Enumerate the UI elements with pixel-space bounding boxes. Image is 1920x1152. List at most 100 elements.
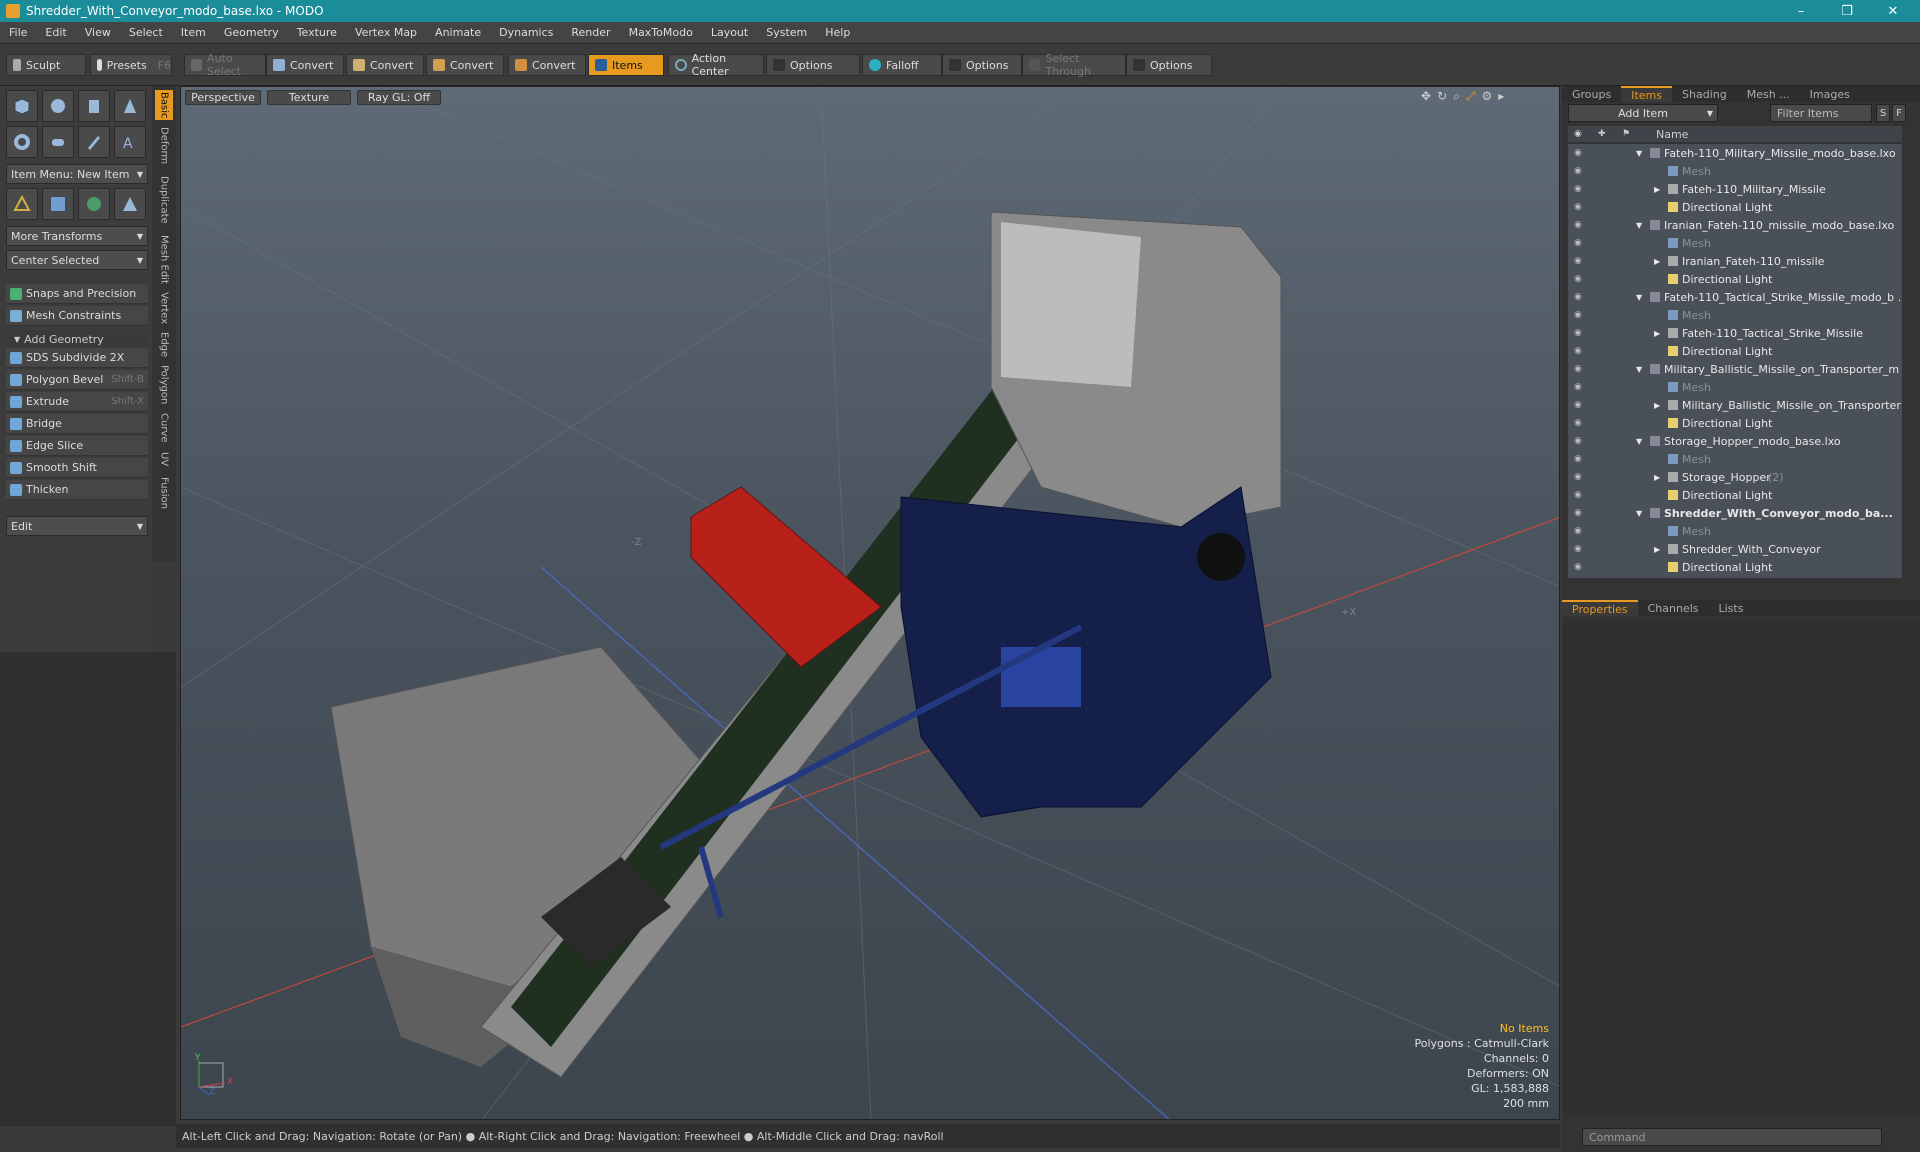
convert-button-3[interactable]: Convert xyxy=(426,54,504,76)
item-row[interactable]: ◉ Mesh xyxy=(1568,162,1902,180)
item-row[interactable]: ◉ ▶ Iranian_Fateh-110_missile xyxy=(1568,252,1902,270)
menu-animate[interactable]: Animate xyxy=(426,26,490,39)
perspective-button[interactable]: Perspective xyxy=(185,90,261,105)
tab-vertex[interactable]: Vertex xyxy=(155,290,173,326)
tab-shading[interactable]: Shading xyxy=(1672,86,1737,102)
cylinder-icon[interactable] xyxy=(78,90,110,122)
menu-geometry[interactable]: Geometry xyxy=(215,26,288,39)
tab-polygon[interactable]: Polygon xyxy=(155,364,173,406)
convert-button-4[interactable]: Convert xyxy=(508,54,586,76)
options-button-1[interactable]: Options xyxy=(766,54,860,76)
visibility-eye-icon[interactable]: ◉ xyxy=(1574,202,1582,212)
action-center-button[interactable]: Action Center xyxy=(668,52,764,78)
menu-item[interactable]: Item xyxy=(172,26,215,39)
visibility-eye-icon[interactable]: ◉ xyxy=(1574,472,1582,482)
filter-items-input[interactable]: Filter Items xyxy=(1770,104,1872,122)
globe-icon[interactable] xyxy=(78,188,110,220)
tab-uv[interactable]: UV xyxy=(155,450,173,468)
tab-groups[interactable]: Groups xyxy=(1562,86,1621,102)
raygl-button[interactable]: Ray GL: Off xyxy=(357,90,441,105)
tool-polygon-bevel[interactable]: Polygon Bevel Shift-B xyxy=(6,370,148,390)
menu-vertex-map[interactable]: Vertex Map xyxy=(346,26,426,39)
item-row[interactable]: ◉ ▼ Iranian_Fateh-110_missile_modo_base.lx… xyxy=(1568,216,1902,234)
tab-deform[interactable]: Deform xyxy=(155,124,173,168)
menu-help[interactable]: Help xyxy=(816,26,859,39)
tool-edge-slice[interactable]: Edge Slice xyxy=(6,436,148,456)
item-row[interactable]: ◉ Directional Light xyxy=(1568,270,1902,288)
tab-properties[interactable]: Properties xyxy=(1562,600,1638,616)
visibility-eye-icon[interactable]: ◉ xyxy=(1574,166,1582,176)
item-row[interactable]: ◉ ▼ Fateh-110_Military_Missile_modo_base.l… xyxy=(1568,144,1902,162)
transform-icon[interactable] xyxy=(6,188,38,220)
expand-arrow-icon[interactable]: ▼ xyxy=(1636,293,1642,302)
tab-basic[interactable]: Basic xyxy=(155,90,173,120)
visibility-eye-icon[interactable]: ◉ xyxy=(1574,184,1582,194)
collapse-arrow-icon[interactable]: ▶ xyxy=(1654,545,1660,554)
item-row[interactable]: ◉ Mesh xyxy=(1568,234,1902,252)
tool-extrude[interactable]: Extrude Shift-X xyxy=(6,392,148,412)
select-through-button[interactable]: Select Through xyxy=(1022,52,1126,78)
item-row[interactable]: ◉ Directional Light xyxy=(1568,342,1902,360)
expand-arrow-icon[interactable]: ▼ xyxy=(1636,221,1642,230)
visibility-eye-icon[interactable]: ◉ xyxy=(1574,256,1582,266)
collapse-arrow-icon[interactable]: ▶ xyxy=(1654,185,1660,194)
menu-texture[interactable]: Texture xyxy=(288,26,346,39)
item-row[interactable]: ◉ ▶ Fateh-110_Military_Missile xyxy=(1568,180,1902,198)
maximize-view-icon[interactable]: ⤢ xyxy=(1466,89,1476,104)
visibility-eye-icon[interactable]: ◉ xyxy=(1574,274,1582,284)
tab-fusion[interactable]: Fusion xyxy=(155,472,173,514)
sphere-icon[interactable] xyxy=(42,90,74,122)
presets-button[interactable]: Presets F6 xyxy=(90,54,172,76)
item-menu-dropdown[interactable]: Item Menu: New Item ▼ xyxy=(6,164,148,184)
visibility-eye-icon[interactable]: ◉ xyxy=(1574,238,1582,248)
menu-maxtomodo[interactable]: MaxToModo xyxy=(620,26,702,39)
item-row[interactable]: ◉ ▼ Military_Ballistic_Missile_on_Transpor… xyxy=(1568,360,1902,378)
tab-curve[interactable]: Curve xyxy=(155,410,173,446)
grid-icon[interactable] xyxy=(42,188,74,220)
item-row[interactable]: ◉ Directional Light xyxy=(1568,558,1902,576)
tool-bridge[interactable]: Bridge xyxy=(6,414,148,434)
item-row[interactable]: ◉ Mesh xyxy=(1568,522,1902,540)
tab-lists[interactable]: Lists xyxy=(1709,600,1754,616)
minimize-button[interactable]: – xyxy=(1778,0,1824,22)
visibility-eye-icon[interactable]: ◉ xyxy=(1574,526,1582,536)
expand-arrow-icon[interactable]: ▼ xyxy=(1636,509,1642,518)
add-item-button[interactable]: Add Item ▼ xyxy=(1568,104,1718,122)
collapse-arrow-icon[interactable]: ▶ xyxy=(1654,473,1660,482)
item-row[interactable]: ◉ Directional Light xyxy=(1568,486,1902,504)
expand-arrow-icon[interactable]: ▼ xyxy=(1636,365,1642,374)
collapse-arrow-icon[interactable]: ▶ xyxy=(1654,329,1660,338)
tab-mesh-edit[interactable]: Mesh Edit xyxy=(155,232,173,286)
expand-arrow-icon[interactable]: ▼ xyxy=(1636,149,1642,158)
texture-button[interactable]: Texture xyxy=(267,90,351,105)
settings-gear-icon[interactable]: ⚙ xyxy=(1481,89,1492,104)
maximize-button[interactable]: ❐ xyxy=(1824,0,1870,22)
more-transforms-dropdown[interactable]: More Transforms ▼ xyxy=(6,226,148,246)
cone-icon[interactable] xyxy=(114,90,146,122)
item-row[interactable]: ◉ ▼ Shredder_With_Conveyor_modo_ba... xyxy=(1568,504,1902,522)
item-list[interactable]: ◉ ▼ Fateh-110_Military_Missile_modo_base.l… xyxy=(1568,144,1902,578)
visibility-eye-icon[interactable]: ◉ xyxy=(1574,508,1582,518)
zoom-view-icon[interactable]: ⌕ xyxy=(1453,89,1460,104)
visibility-eye-icon[interactable]: ◉ xyxy=(1574,490,1582,500)
pen-icon[interactable] xyxy=(78,126,110,158)
cube-icon[interactable] xyxy=(6,90,38,122)
visibility-eye-icon[interactable]: ◉ xyxy=(1574,364,1582,374)
filter-s-button[interactable]: S xyxy=(1876,104,1890,122)
visibility-eye-icon[interactable]: ◉ xyxy=(1574,328,1582,338)
item-row[interactable]: ◉ Mesh xyxy=(1568,450,1902,468)
visibility-eye-icon[interactable]: ◉ xyxy=(1574,148,1582,158)
visibility-eye-icon[interactable]: ◉ xyxy=(1574,292,1582,302)
item-row[interactable]: ◉ Mesh xyxy=(1568,306,1902,324)
view-menu-arrow-icon[interactable]: ▸ xyxy=(1498,89,1504,104)
item-row[interactable]: ◉ ▶ Shredder_With_Conveyor xyxy=(1568,540,1902,558)
menu-view[interactable]: View xyxy=(76,26,120,39)
visibility-eye-icon[interactable]: ◉ xyxy=(1574,310,1582,320)
tool-thicken[interactable]: Thicken xyxy=(6,480,148,500)
menu-layout[interactable]: Layout xyxy=(702,26,757,39)
3d-viewport[interactable]: Perspective Texture Ray GL: Off ✥ ↻ ⌕ ⤢ … xyxy=(180,86,1560,1120)
tool-sds-subdivide-2x[interactable]: SDS Subdivide 2X xyxy=(6,348,148,368)
item-row[interactable]: ◉ ▶ Military_Ballistic_Missile_on_Transpor… xyxy=(1568,396,1902,414)
move-view-icon[interactable]: ✥ xyxy=(1421,89,1431,104)
rotate-view-icon[interactable]: ↻ xyxy=(1437,89,1447,104)
